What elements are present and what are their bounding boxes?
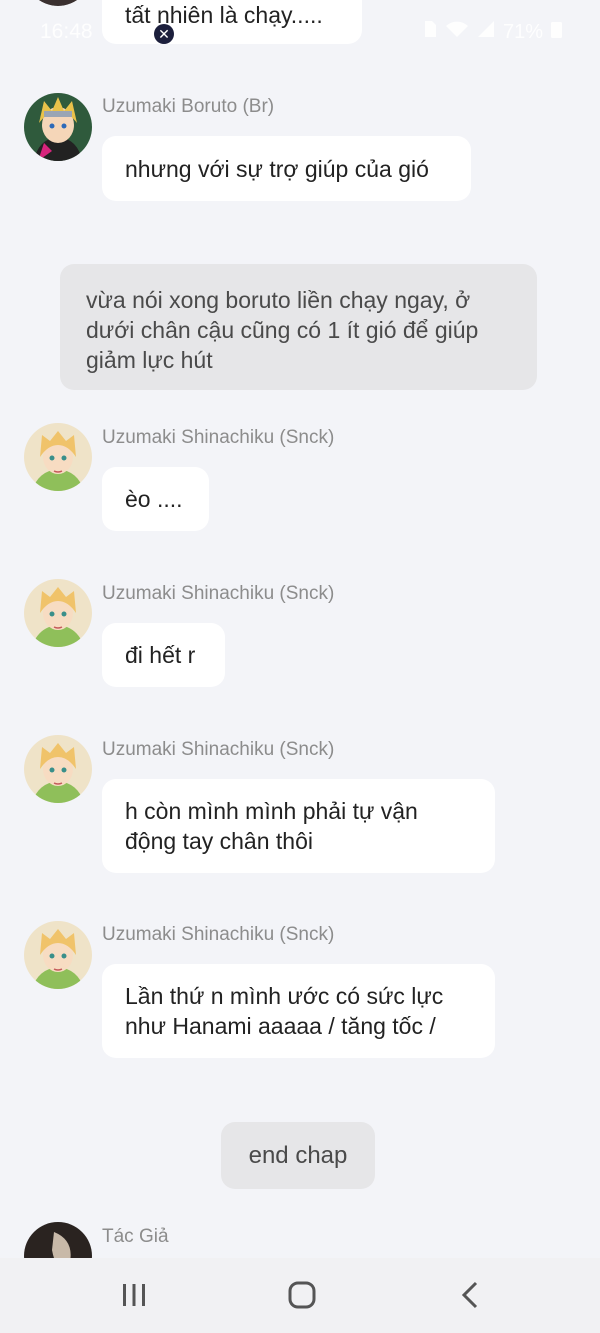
battery-text: 71% [502, 20, 543, 43]
end-chap-text: end chap [248, 1141, 348, 1169]
message-text: đi hết r [125, 642, 196, 668]
wifi-icon [445, 20, 469, 44]
home-button[interactable] [277, 1272, 327, 1322]
close-icon[interactable]: ✕ [154, 24, 174, 44]
battery-icon [551, 20, 562, 44]
back-button[interactable] [445, 1272, 495, 1322]
sender-name: Tác Giả [102, 1226, 169, 1247]
sender-name: Uzumaki Shinachiku (Snck) [102, 583, 335, 604]
message-text: tất nhiên là chạy..... [125, 2, 323, 28]
message-bubble[interactable]: nhưng với sự trợ giúp của gió [102, 136, 471, 201]
navigation-bar [0, 1258, 600, 1333]
sender-name: Uzumaki Shinachiku (Snck) [102, 924, 335, 945]
avatar-shinachiku[interactable] [24, 423, 92, 491]
message-bubble-top-partial[interactable]: tất nhiên là chạy..... [102, 0, 362, 44]
sender-name: Uzumaki Shinachiku (Snck) [102, 739, 335, 760]
back-icon [461, 1281, 479, 1314]
sender-name: Uzumaki Shinachiku (Snck) [102, 427, 335, 448]
recent-apps-icon [121, 1283, 147, 1312]
message-text: h còn mình mình phải tự vận động tay châ… [125, 798, 418, 854]
message-text: èo .... [125, 486, 183, 512]
signal-icon [477, 20, 495, 44]
sim-icon [423, 20, 437, 44]
status-icons: 71% [423, 20, 562, 44]
message-bubble[interactable]: h còn mình mình phải tự vận động tay châ… [102, 779, 495, 873]
avatar-shinachiku[interactable] [24, 579, 92, 647]
avatar-top-partial[interactable] [24, 0, 92, 6]
message-bubble[interactable]: èo .... [102, 467, 209, 531]
recent-apps-button[interactable] [109, 1272, 159, 1322]
narration-bubble[interactable]: vừa nói xong boruto liền chạy ngay, ở dư… [60, 264, 537, 390]
avatar-boruto[interactable] [24, 93, 92, 161]
message-bubble[interactable]: Lần thứ n mình ước có sức lực như Hanami… [102, 964, 495, 1058]
sender-name: Uzumaki Boruto (Br) [102, 96, 275, 117]
narration-text: vừa nói xong boruto liền chạy ngay, ở dư… [86, 287, 479, 373]
end-chap-bubble[interactable]: end chap [221, 1122, 375, 1189]
avatar-shinachiku[interactable] [24, 735, 92, 803]
message-text: nhưng với sự trợ giúp của gió [125, 155, 429, 182]
avatar-shinachiku[interactable] [24, 921, 92, 989]
status-time: 16:48 [40, 20, 93, 43]
message-text: Lần thứ n mình ước có sức lực như Hanami… [125, 983, 444, 1039]
home-icon [288, 1281, 316, 1314]
message-bubble[interactable]: đi hết r [102, 623, 225, 687]
